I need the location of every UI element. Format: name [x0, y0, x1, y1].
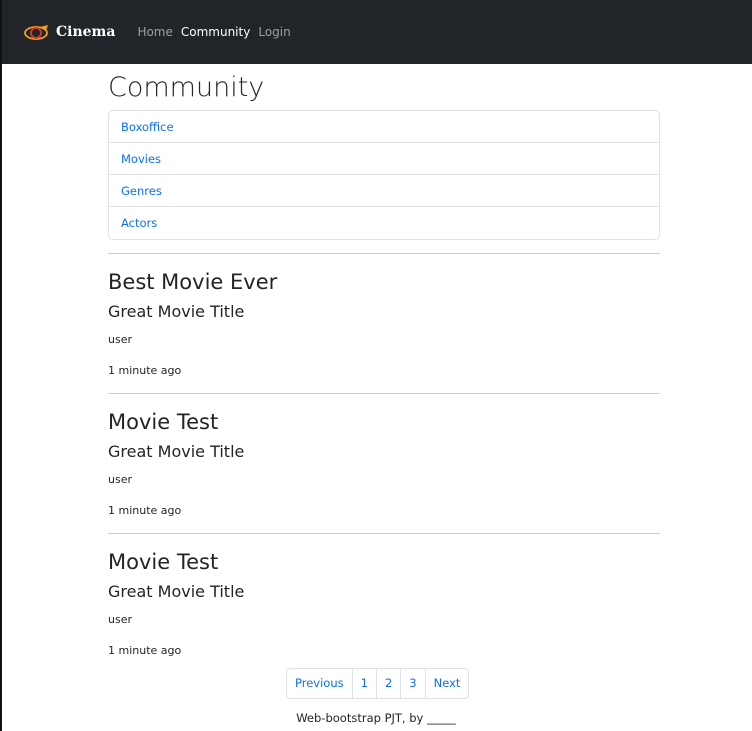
post-timestamp: 1 minute ago: [108, 644, 182, 657]
post-item: Movie Test Great Movie Title user 1 minu…: [108, 534, 660, 673]
post-item: Best Movie Ever Great Movie Title user 1…: [108, 254, 660, 393]
category-item-boxoffice[interactable]: Boxoffice: [109, 111, 659, 143]
post-author: user: [108, 333, 132, 346]
pagination-previous-button[interactable]: Previous: [287, 669, 352, 698]
nav-home-link[interactable]: Home: [137, 25, 172, 39]
brand-name: Cinema: [56, 24, 116, 40]
post-author: user: [108, 613, 132, 626]
pagination-page-3[interactable]: 3: [400, 669, 424, 698]
post-title[interactable]: Movie Test: [108, 548, 218, 576]
category-item-actors[interactable]: Actors: [109, 207, 659, 239]
post-title[interactable]: Best Movie Ever: [108, 268, 277, 296]
post-item: Movie Test Great Movie Title user 1 minu…: [108, 394, 660, 533]
footer-text: Web-bootstrap PJT, by _____: [296, 711, 456, 725]
page-title: Community: [108, 72, 265, 103]
main-content: Community Boxoffice Movies Genres Actors…: [108, 64, 660, 673]
post-movie-title: Great Movie Title: [108, 582, 245, 601]
post-author: user: [108, 473, 132, 486]
nav-community-link[interactable]: Community: [181, 25, 250, 39]
post-title[interactable]: Movie Test: [108, 408, 218, 436]
category-item-genres[interactable]: Genres: [109, 175, 659, 207]
pagination: Previous 1 2 3 Next: [286, 668, 470, 699]
post-movie-title: Great Movie Title: [108, 442, 245, 461]
brand-link[interactable]: Cinema: [24, 22, 115, 42]
nav-login-link[interactable]: Login: [258, 25, 290, 39]
top-navbar: Cinema Home Community Login: [2, 0, 752, 64]
pagination-page-1[interactable]: 1: [351, 669, 376, 698]
pagination-next-button[interactable]: Next: [424, 669, 469, 698]
planet-icon: [24, 25, 48, 40]
pagination-page-2[interactable]: 2: [375, 669, 400, 698]
category-list: Boxoffice Movies Genres Actors: [108, 110, 660, 240]
category-item-movies[interactable]: Movies: [109, 143, 659, 175]
post-timestamp: 1 minute ago: [108, 364, 182, 377]
post-timestamp: 1 minute ago: [108, 504, 182, 517]
post-movie-title: Great Movie Title: [108, 302, 245, 321]
